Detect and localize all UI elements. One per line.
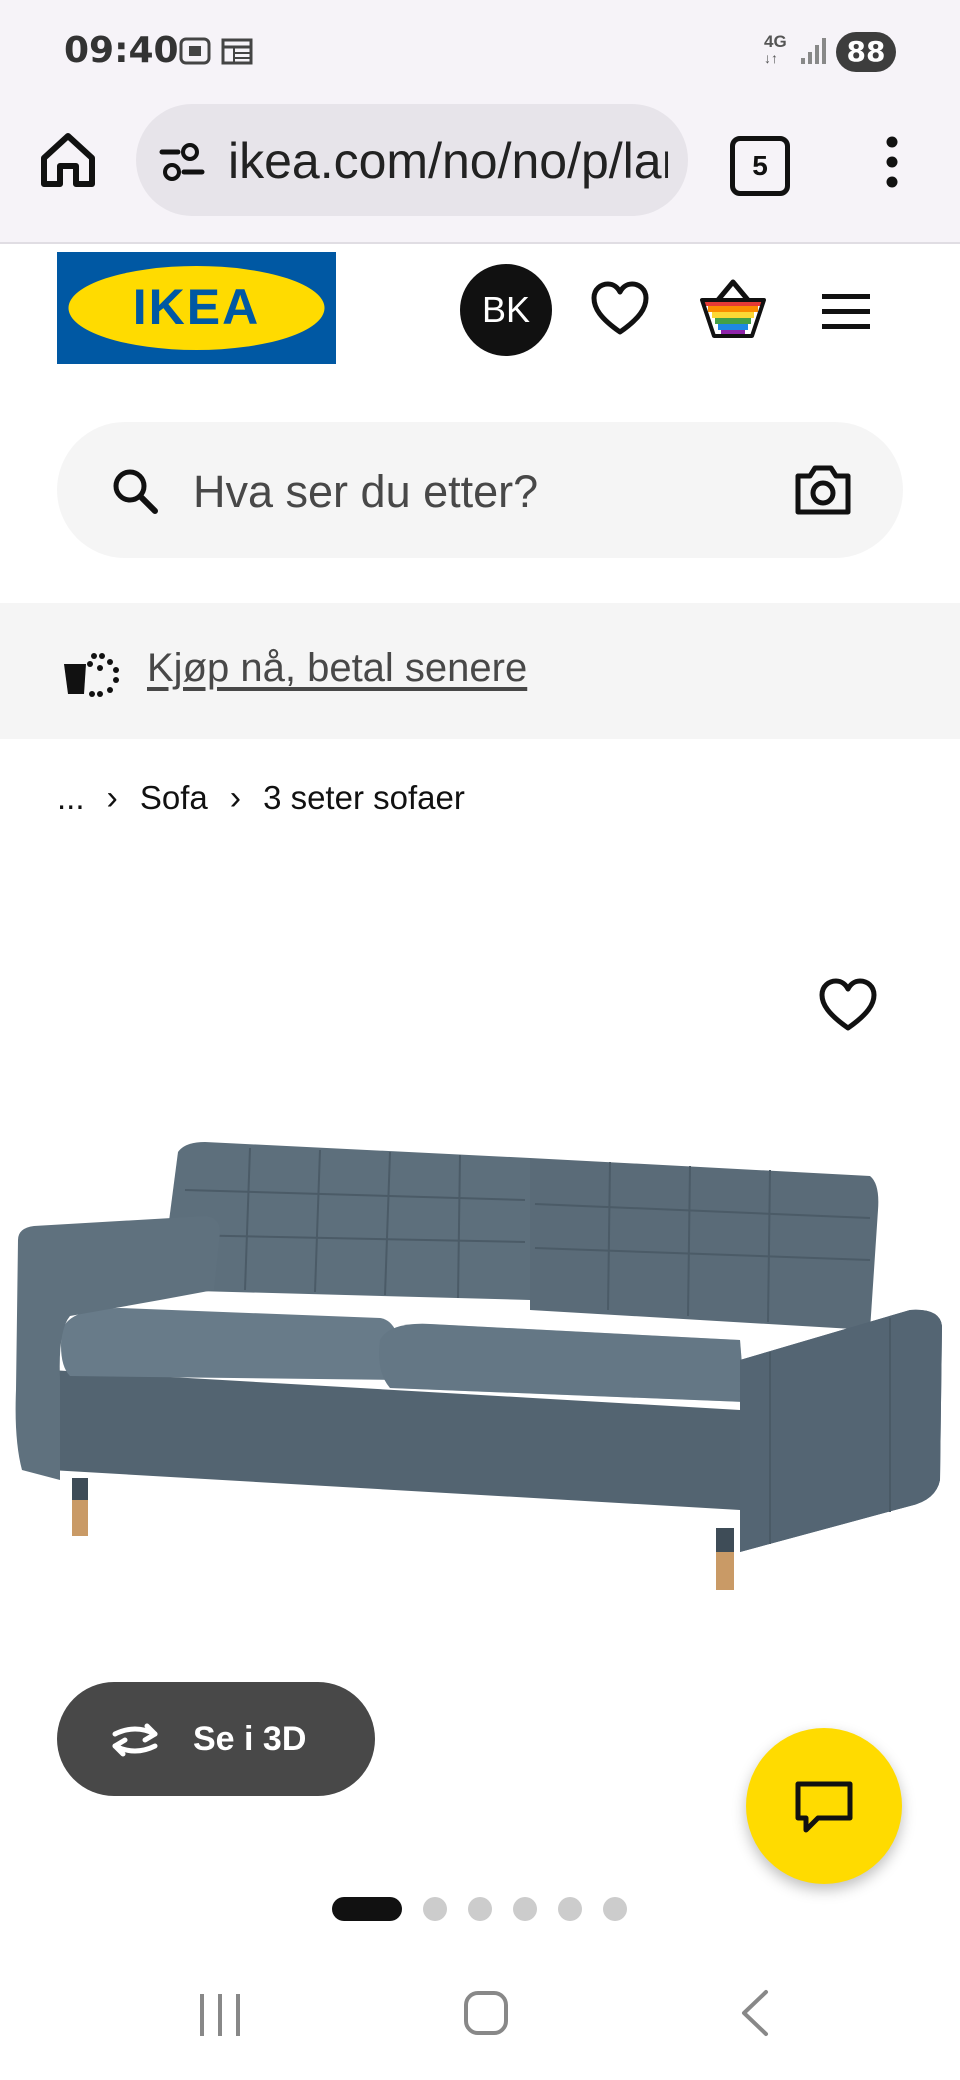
- pager-dot[interactable]: [423, 1897, 447, 1921]
- more-vert-icon[interactable]: [872, 132, 912, 192]
- url-text[interactable]: ikea.com/no/no/p/landskrona-3-seter-sofa: [228, 130, 668, 192]
- hamburger-menu-icon[interactable]: [818, 286, 874, 336]
- status-time: 09:40: [64, 30, 179, 71]
- image-pager: [332, 1897, 648, 1921]
- pager-dot[interactable]: [513, 1897, 537, 1921]
- calendar-icon: [221, 38, 253, 65]
- home-icon[interactable]: [36, 128, 100, 192]
- breadcrumb-separator: ›: [229, 779, 242, 817]
- buy-now-pay-later-link[interactable]: Kjøp nå, betal senere: [147, 642, 527, 694]
- ikea-logo[interactable]: IKEA: [57, 252, 336, 364]
- pager-dot[interactable]: [558, 1897, 582, 1921]
- network-label: 4G: [764, 32, 787, 51]
- signal-icon: [801, 38, 826, 64]
- search-icon: [113, 469, 158, 514]
- payment-icon: [64, 653, 119, 697]
- pager-dot[interactable]: [603, 1897, 627, 1921]
- breadcrumb-ellipsis[interactable]: ...: [57, 776, 85, 820]
- view-in-3d-button[interactable]: Se i 3D: [57, 1682, 375, 1796]
- rotate-3d-icon: [112, 1723, 158, 1757]
- network-type: 4G ↓↑: [764, 32, 787, 66]
- shopping-basket-icon[interactable]: [700, 276, 766, 340]
- breadcrumb-item-3-seter-sofaer[interactable]: 3 seter sofaer: [263, 776, 465, 820]
- add-to-favourites-icon[interactable]: [818, 978, 878, 1032]
- pager-dot[interactable]: [468, 1897, 492, 1921]
- breadcrumb-item-sofa[interactable]: Sofa: [140, 776, 208, 820]
- recent-apps-icon[interactable]: [196, 1990, 244, 2040]
- chat-button[interactable]: [746, 1728, 902, 1884]
- sofa-image[interactable]: [10, 1140, 950, 1600]
- search-input[interactable]: Hva ser du etter?: [193, 462, 538, 522]
- breadcrumb-separator: ›: [106, 779, 118, 817]
- pager-dot-active[interactable]: [332, 1897, 402, 1921]
- view-in-3d-label: Se i 3D: [193, 1720, 307, 1758]
- heart-icon[interactable]: [590, 280, 650, 340]
- breadcrumb: ... › Sofa › 3 seter sofaer: [57, 776, 465, 820]
- screenshot-icon: [179, 37, 211, 65]
- back-icon[interactable]: [738, 1988, 772, 2038]
- camera-icon[interactable]: [792, 462, 854, 518]
- user-avatar[interactable]: BK: [460, 264, 552, 356]
- site-settings-icon[interactable]: [158, 140, 206, 184]
- logo-text: IKEA: [133, 279, 260, 335]
- home-nav-icon[interactable]: [462, 1988, 510, 2038]
- tab-switcher-button[interactable]: 5: [730, 136, 790, 196]
- chat-icon: [795, 1781, 853, 1833]
- battery-indicator: 88: [836, 32, 896, 72]
